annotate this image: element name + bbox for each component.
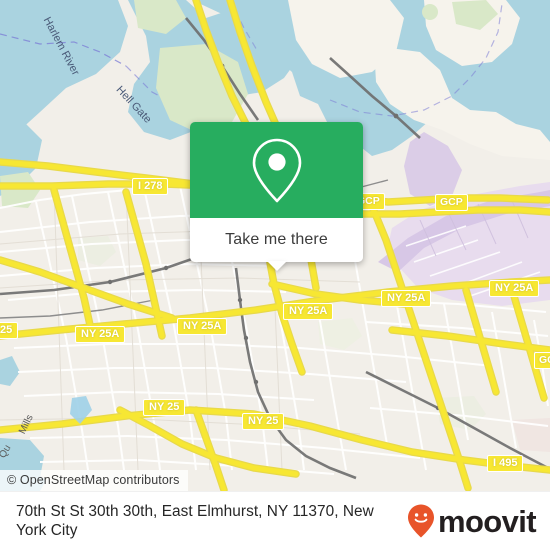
take-me-there-label: Take me there xyxy=(225,231,328,248)
card-pointer-triangle xyxy=(266,261,287,271)
highway-shield-ny25a-far-west: NY 25A xyxy=(75,326,126,343)
moovit-smiley-pin-icon xyxy=(407,504,434,538)
footer-bar: 70th St St 30th 30th, East Elmhurst, NY … xyxy=(0,491,550,550)
highway-shield-ny25a-west: NY 25A xyxy=(177,318,228,335)
take-me-there-card[interactable]: Take me there xyxy=(190,122,363,271)
highway-shield-gc-clipped: GC xyxy=(534,352,550,369)
highway-shield-i495: I 495 xyxy=(487,455,524,472)
moovit-map-screen: Harlem River Hell Gate Mills Qu I 278 GC… xyxy=(0,0,550,550)
highway-shield-gcp-east: GCP xyxy=(435,194,468,211)
osm-attribution[interactable]: © OpenStreetMap contributors xyxy=(0,470,188,491)
highway-shield-ny25a-far-east: NY 25A xyxy=(489,280,540,297)
highway-shield-ny25a-east: NY 25A xyxy=(381,290,432,307)
highway-shield-25-clipped: 25 xyxy=(0,322,19,339)
moovit-wordmark: moovit xyxy=(437,503,537,539)
card-icon-area xyxy=(190,122,363,218)
moovit-brand[interactable]: moovit xyxy=(406,503,537,539)
map-pin-icon xyxy=(252,138,301,203)
highway-shield-ny25-center: NY 25 xyxy=(242,413,285,430)
card-action-area[interactable]: Take me there xyxy=(190,218,363,271)
location-title: 70th St St 30th 30th, East Elmhurst, NY … xyxy=(16,503,374,539)
highway-shield-ny25a-center: NY 25A xyxy=(283,303,334,320)
highway-shield-ny25-west: NY 25 xyxy=(143,399,186,416)
highway-shield-i278: I 278 xyxy=(132,178,169,195)
